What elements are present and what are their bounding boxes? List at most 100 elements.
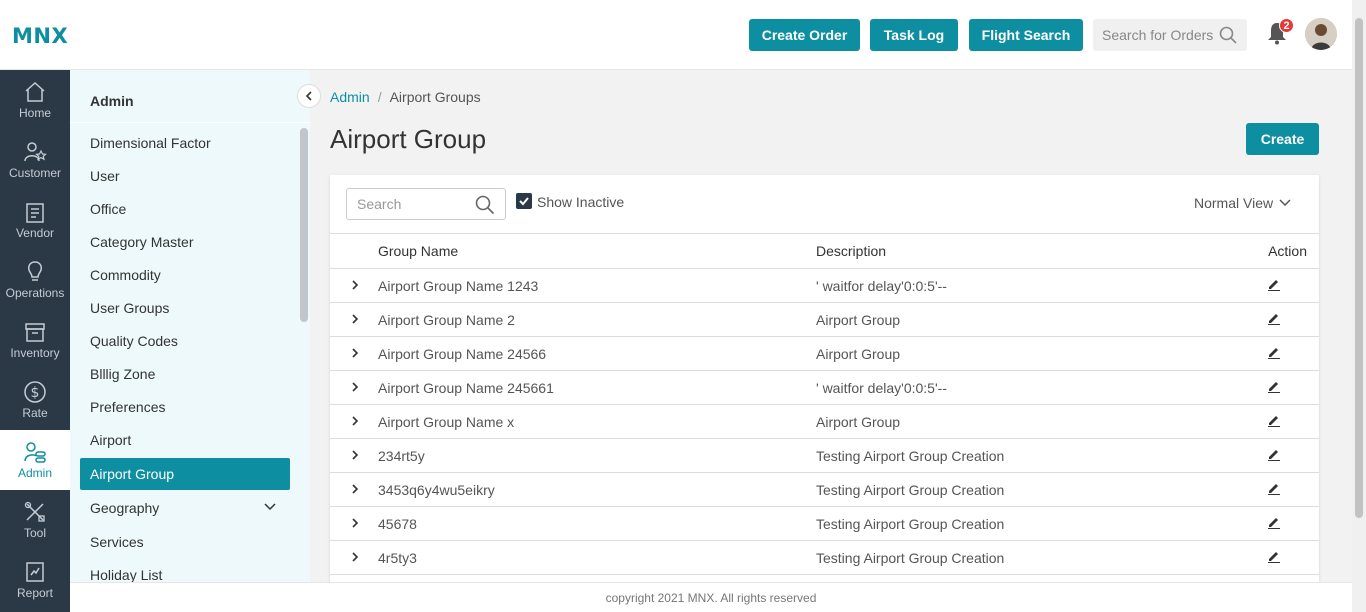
collapse-sidebar-button[interactable] xyxy=(297,84,321,108)
table-row[interactable]: Airport Group Name 2 Airport Group xyxy=(330,302,1319,337)
dollar-icon: $ xyxy=(24,381,46,403)
description-cell: Airport Group xyxy=(816,336,1236,371)
description-cell: Testing Airport Group Creation xyxy=(816,506,1236,541)
chevron-down-icon[interactable] xyxy=(263,502,277,512)
submenu-item-user-groups[interactable]: User Groups xyxy=(90,300,169,316)
nav-tool-label: Tool xyxy=(23,526,46,540)
table-row[interactable]: 45678 Testing Airport Group Creation xyxy=(330,506,1319,541)
table-row[interactable]: Airport Group Name 1243 ' waitfor delay'0… xyxy=(330,268,1319,303)
nav-operations[interactable]: Operations xyxy=(0,250,70,310)
row-expand-cell xyxy=(330,268,378,303)
nav-rate-label: Rate xyxy=(22,406,48,420)
submenu-item-dimensional-factor[interactable]: Dimensional Factor xyxy=(90,135,211,151)
breadcrumb-separator: / xyxy=(377,89,382,105)
create-order-button[interactable]: Create Order xyxy=(749,19,860,51)
column-header-description[interactable]: Description xyxy=(816,233,1236,269)
nav-vendor[interactable]: Vendor xyxy=(0,190,70,250)
top-header: MNX Create Order Task Log Flight Search … xyxy=(0,0,1352,70)
edit-pencil-icon[interactable] xyxy=(1267,447,1281,461)
nav-rate[interactable]: $ Rate xyxy=(0,370,70,430)
notification-badge: 2 xyxy=(1279,18,1294,33)
task-log-button[interactable]: Task Log xyxy=(870,19,958,51)
table-row[interactable]: Airport Group Name x Airport Group xyxy=(330,404,1319,439)
chevron-right-icon[interactable] xyxy=(350,449,360,461)
group-name-cell: Airport Group Name 245661 xyxy=(378,370,816,405)
show-inactive-label[interactable]: Show Inactive xyxy=(537,194,624,210)
inventory-icon xyxy=(25,323,45,342)
create-button[interactable]: Create xyxy=(1246,123,1319,155)
nav-report-label: Report xyxy=(16,586,54,600)
submenu-item-user[interactable]: User xyxy=(90,168,120,184)
submenu-item-airport-group[interactable]: Airport Group xyxy=(80,458,290,490)
table-row[interactable]: 234rt5y Testing Airport Group Creation xyxy=(330,438,1319,473)
column-header-group-name[interactable]: Group Name xyxy=(378,233,816,269)
user-avatar[interactable] xyxy=(1305,18,1337,50)
edit-pencil-icon[interactable] xyxy=(1267,413,1281,427)
submenu-item-preferences[interactable]: Preferences xyxy=(90,399,165,415)
table-search-input[interactable]: Search xyxy=(346,188,506,220)
action-cell xyxy=(1236,404,1319,439)
edit-pencil-icon[interactable] xyxy=(1267,277,1281,291)
mnx-logo[interactable]: MNX xyxy=(12,24,68,48)
admin-submenu: Admin Dimensional Factor User Office Cat… xyxy=(70,70,310,582)
submenu-item-billing-zone[interactable]: Blllig Zone xyxy=(90,366,155,382)
row-expand-cell xyxy=(330,472,378,507)
edit-pencil-icon[interactable] xyxy=(1267,345,1281,359)
edit-pencil-icon[interactable] xyxy=(1267,515,1281,529)
table-row[interactable]: 3453q6y4wu5eikry Testing Airport Group Cr… xyxy=(330,472,1319,507)
view-mode-dropdown[interactable]: Normal View xyxy=(1194,195,1291,211)
home-icon xyxy=(25,81,45,102)
submenu-item-services[interactable]: Services xyxy=(90,534,144,550)
nav-report[interactable]: Report xyxy=(0,550,70,610)
chevron-right-icon[interactable] xyxy=(350,517,360,529)
submenu-item-office[interactable]: Office xyxy=(90,201,126,217)
submenu-item-geography[interactable]: Geography xyxy=(90,500,159,516)
chevron-right-icon[interactable] xyxy=(350,483,360,495)
table-header-row: Group Name Description Action xyxy=(330,233,1319,269)
nav-tool[interactable]: Tool xyxy=(0,490,70,550)
show-inactive-checkbox[interactable] xyxy=(516,193,532,209)
submenu-scrollbar[interactable] xyxy=(300,128,308,322)
submenu-item-category-master[interactable]: Category Master xyxy=(90,234,193,250)
table-row[interactable]: Airport Group Name 24566 Airport Group xyxy=(330,336,1319,371)
edit-pencil-icon[interactable] xyxy=(1267,311,1281,325)
submenu-item-commodity[interactable]: Commodity xyxy=(90,267,161,283)
submenu-item-quality-codes[interactable]: Quality Codes xyxy=(90,333,178,349)
nav-home[interactable]: Home xyxy=(0,70,70,130)
submenu-item-holiday-list[interactable]: Holiday List xyxy=(90,567,162,582)
nav-inventory[interactable]: Inventory xyxy=(0,310,70,370)
chevron-right-icon[interactable] xyxy=(350,347,360,359)
column-header-action: Action xyxy=(1236,233,1319,269)
page-title: Airport Group xyxy=(330,124,487,154)
search-icon[interactable] xyxy=(475,195,495,215)
chevron-right-icon[interactable] xyxy=(350,313,360,325)
chevron-right-icon[interactable] xyxy=(350,415,360,427)
row-expand-cell xyxy=(330,438,378,473)
footer: copyright 2021 MNX. All rights reserved xyxy=(70,582,1352,612)
edit-pencil-icon[interactable] xyxy=(1267,379,1281,393)
vendor-icon xyxy=(26,203,44,223)
view-mode-value: Normal View xyxy=(1194,195,1274,211)
chevron-right-icon[interactable] xyxy=(350,381,360,393)
nav-customer[interactable]: Customer xyxy=(0,130,70,190)
submenu-item-airport[interactable]: Airport xyxy=(90,432,131,448)
edit-pencil-icon[interactable] xyxy=(1267,481,1281,495)
breadcrumb-admin-link[interactable]: Admin xyxy=(330,89,370,105)
table-row[interactable]: Airport Group Name 245661 ' waitfor delay… xyxy=(330,370,1319,405)
action-cell xyxy=(1236,540,1319,575)
page-scrollbar[interactable] xyxy=(1352,0,1366,612)
page-scrollbar-thumb[interactable] xyxy=(1355,18,1363,518)
chevron-right-icon[interactable] xyxy=(350,279,360,291)
nav-vendor-label: Vendor xyxy=(15,226,55,240)
nav-admin[interactable]: Admin xyxy=(0,430,70,490)
edit-pencil-icon[interactable] xyxy=(1267,549,1281,563)
search-icon[interactable] xyxy=(1219,26,1237,44)
table-row[interactable]: 4r5ty3 Testing Airport Group Creation xyxy=(330,540,1319,575)
description-cell: Airport Group xyxy=(816,302,1236,337)
nav-admin-label: Admin xyxy=(17,466,52,480)
chevron-right-icon[interactable] xyxy=(350,551,360,563)
order-search-input[interactable]: Search for Orders xyxy=(1093,19,1247,51)
flight-search-button[interactable]: Flight Search xyxy=(969,19,1083,51)
nav-operations-label: Operations xyxy=(5,286,65,300)
action-cell xyxy=(1236,370,1319,405)
